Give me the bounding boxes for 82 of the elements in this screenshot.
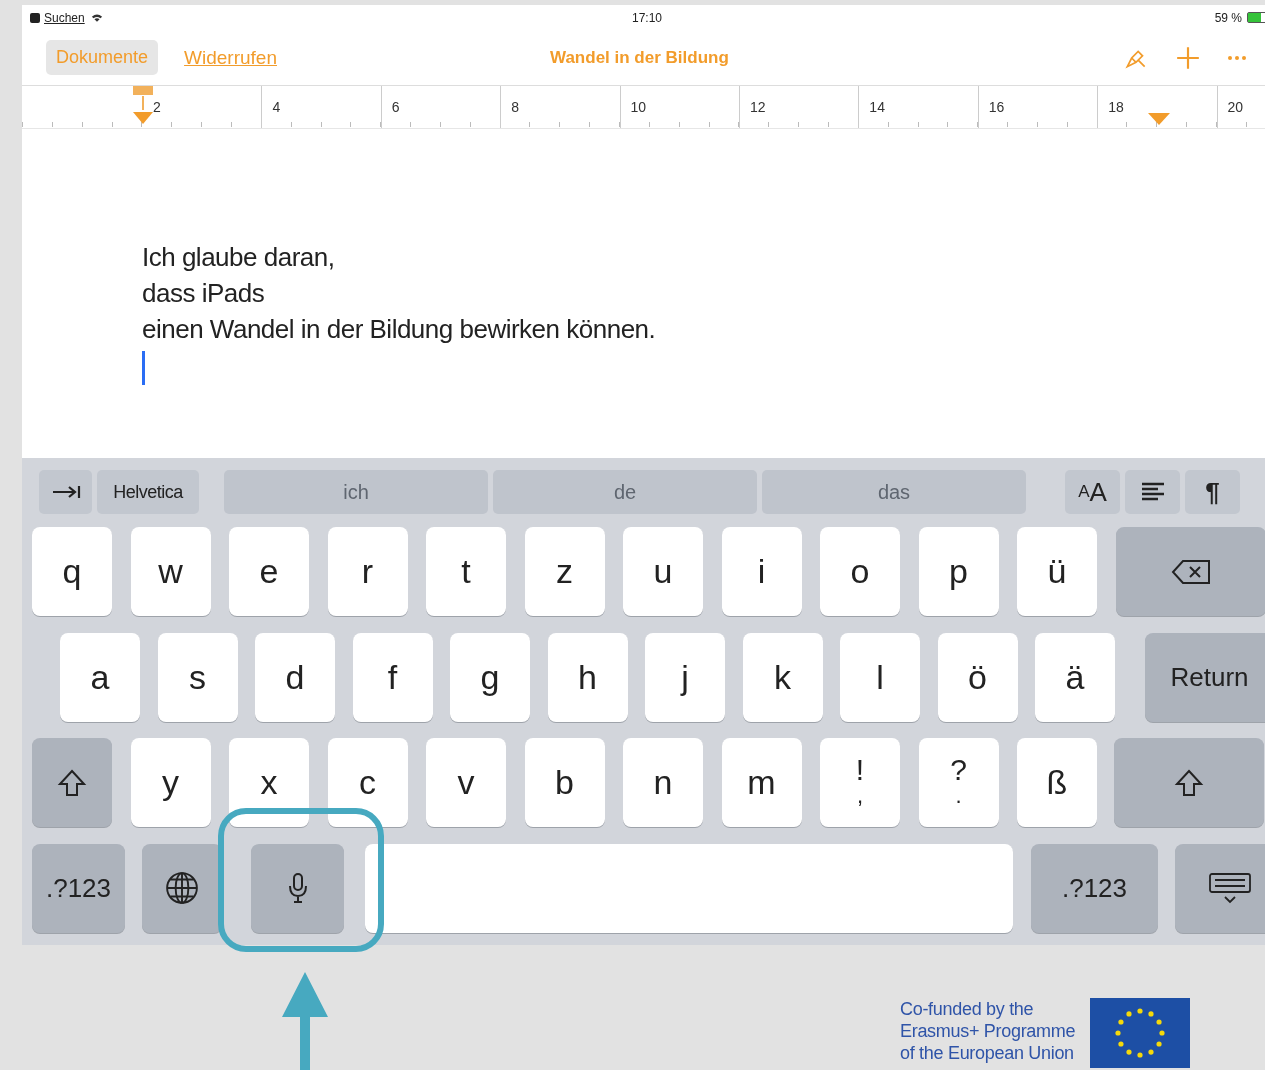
microphone-icon [287,872,308,904]
numbers-key[interactable]: .?123 [32,843,125,933]
delete-icon [1170,558,1211,585]
ruler-number: 6 [391,99,400,115]
letter-key[interactable]: c [327,738,408,827]
letter-key[interactable]: e [229,527,309,616]
numbers-key[interactable]: .?123 [1031,843,1158,933]
align-button[interactable] [1125,470,1180,514]
more-icon[interactable] [1227,54,1247,61]
ruler-number: 12 [749,99,766,115]
document-text: dass iPads [142,277,266,310]
shift-icon [57,767,87,798]
battery-icon [1247,12,1265,23]
letter-key[interactable]: ä [1035,632,1115,722]
document-title: Wandel in der Bildung [550,47,729,68]
funding-text: Erasmus+ Programme [900,1020,1076,1042]
letter-key[interactable]: v [426,738,506,827]
punctuation-key[interactable]: ? . [918,738,999,827]
tab-marker[interactable] [1148,113,1170,125]
ruler-number: 10 [630,99,647,115]
letter-key[interactable]: t [426,527,506,616]
shift-key[interactable] [32,738,112,827]
microphone-key[interactable] [251,843,344,933]
text-size-button[interactable]: AA [1065,470,1120,514]
globe-icon [164,871,199,905]
letter-key[interactable]: r [327,527,408,616]
letter-key[interactable]: ß [1017,738,1097,827]
shift-icon [1173,767,1204,798]
back-link[interactable]: Suchen [44,10,85,25]
letter-key[interactable]: i [721,527,802,616]
letter-key[interactable]: q [32,527,112,616]
ruler-number: 8 [511,99,519,115]
ruler-number: 16 [988,99,1005,115]
delete-key[interactable] [1115,527,1265,616]
letter-key[interactable]: z [524,527,605,616]
hide-keyboard-icon [1207,872,1252,904]
letter-key[interactable]: ö [937,632,1018,722]
punctuation-key[interactable]: ! , [820,738,900,827]
letter-key[interactable]: w [130,527,211,616]
plus-icon[interactable] [1175,44,1201,71]
ruler-number: 4 [272,99,281,115]
letter-key[interactable]: f [352,632,433,722]
align-icon [1140,482,1165,502]
letter-key[interactable]: b [524,738,605,827]
letter-key[interactable]: d [255,632,335,722]
letter-key[interactable]: u [623,527,703,616]
document-text: Ich glaube daran, [142,241,336,274]
text-cursor [142,351,145,385]
indent-marker[interactable] [132,86,154,124]
letter-key[interactable]: x [229,738,309,827]
tab-key[interactable] [39,470,92,514]
tab-arrow-icon [50,485,81,499]
hide-keyboard-key[interactable] [1174,843,1265,933]
letter-key[interactable]: g [450,632,530,722]
letter-key[interactable]: p [918,527,999,616]
letter-key[interactable]: y [130,738,211,827]
space-bar[interactable] [364,843,1013,933]
status-time: 17:10 [632,10,663,25]
ruler-number: 14 [869,99,885,115]
letter-key[interactable]: k [742,632,823,722]
letter-key[interactable]: o [820,527,900,616]
letter-key[interactable]: n [623,738,703,827]
funding-text: of the European Union [900,1042,1075,1064]
font-button[interactable]: Helvetica [97,470,199,514]
letter-key[interactable]: m [721,738,802,827]
letter-key[interactable]: s [157,632,238,722]
document-text: einen Wandel in der Bildung bewirken können. [142,313,657,346]
letter-key[interactable]: ü [1017,527,1097,616]
letter-key[interactable]: j [645,632,725,722]
wifi-icon [90,13,103,22]
ruler-number: 18 [1108,99,1124,115]
letter-key[interactable]: l [840,632,920,722]
paragraph-button[interactable]: ¶ [1185,470,1240,514]
eu-flag-icon [1089,998,1192,1068]
ruler-number: 20 [1227,99,1244,115]
letter-key[interactable]: h [547,632,628,722]
return-key[interactable]: Return [1144,632,1265,722]
letter-key[interactable]: a [60,632,140,722]
ruler-number: 2 [153,99,161,115]
battery-percentage: 59 % [1214,10,1242,25]
funding-text: Co-funded by the [900,998,1035,1020]
app-icon [30,12,40,23]
